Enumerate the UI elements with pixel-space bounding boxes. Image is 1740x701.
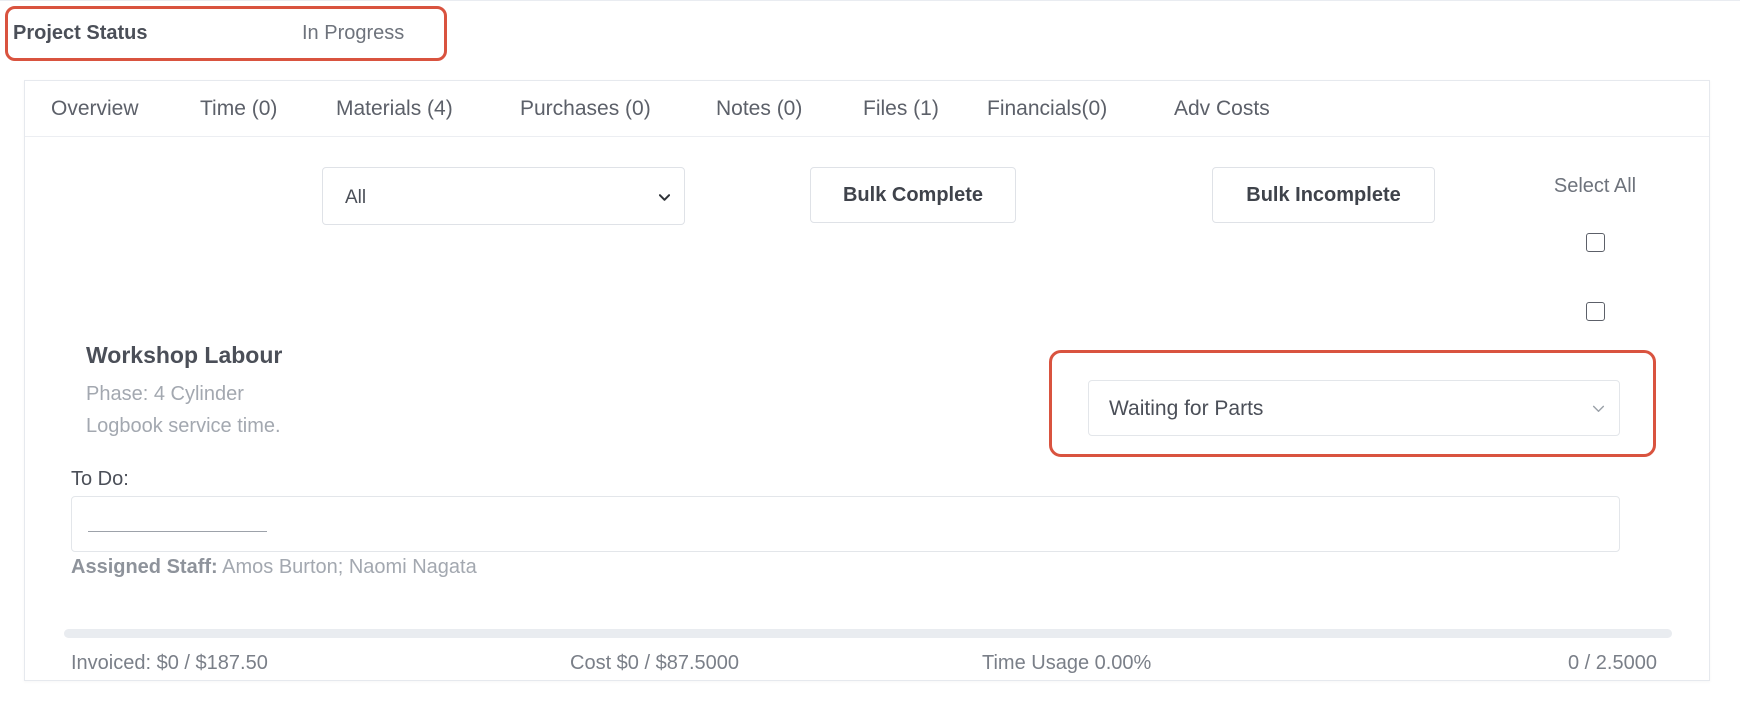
tab-materials[interactable]: Materials (4) [336, 97, 453, 121]
filter-select[interactable]: All [322, 167, 685, 225]
tab-files[interactable]: Files (1) [863, 97, 939, 121]
hours-summary: 0 / 2.5000 [1568, 652, 1657, 674]
time-usage-progress-bar [64, 629, 1672, 638]
todo-input-underline [88, 531, 267, 532]
todo-input[interactable] [71, 496, 1620, 552]
tab-notes[interactable]: Notes (0) [716, 97, 802, 121]
project-status-label: Project Status [13, 22, 148, 44]
select-all-checkbox[interactable] [1586, 233, 1605, 252]
item-status-value: Waiting for Parts [1109, 397, 1264, 420]
filter-select-value: All [345, 187, 367, 208]
assigned-staff-label: Assigned Staff: [71, 556, 218, 578]
item-checkbox[interactable] [1586, 302, 1605, 321]
chevron-down-icon [659, 194, 670, 201]
select-all-label: Select All [1553, 175, 1637, 197]
bulk-incomplete-button[interactable]: Bulk Incomplete [1212, 167, 1435, 223]
item-status-select[interactable]: Waiting for Parts [1088, 380, 1620, 436]
invoiced-summary: Invoiced: $0 / $187.50 [71, 652, 268, 674]
project-status-value[interactable]: In Progress [302, 22, 404, 45]
top-divider [0, 0, 1740, 1]
tab-time[interactable]: Time (0) [200, 97, 277, 121]
bulk-complete-button[interactable]: Bulk Complete [810, 167, 1016, 223]
time-usage-summary: Time Usage 0.00% [982, 652, 1152, 674]
item-phase: Phase: 4 Cylinder [86, 383, 244, 405]
assigned-staff-names: Amos Burton; Naomi Nagata [222, 556, 477, 578]
chevron-down-icon [1592, 405, 1605, 412]
item-description: Logbook service time. [86, 415, 281, 437]
todo-label: To Do: [71, 468, 129, 490]
tab-purchases[interactable]: Purchases (0) [520, 97, 651, 121]
tab-financials[interactable]: Financials(0) [987, 97, 1107, 121]
item-title: Workshop Labour [86, 342, 283, 368]
cost-summary: Cost $0 / $87.5000 [570, 652, 740, 674]
tab-overview[interactable]: Overview [51, 97, 139, 121]
assigned-staff: Assigned Staff: Amos Burton; Naomi Nagat… [71, 556, 477, 579]
tab-adv-costs[interactable]: Adv Costs [1174, 97, 1270, 121]
tab-bar: Overview Time (0) Materials (4) Purchase… [25, 81, 1709, 137]
